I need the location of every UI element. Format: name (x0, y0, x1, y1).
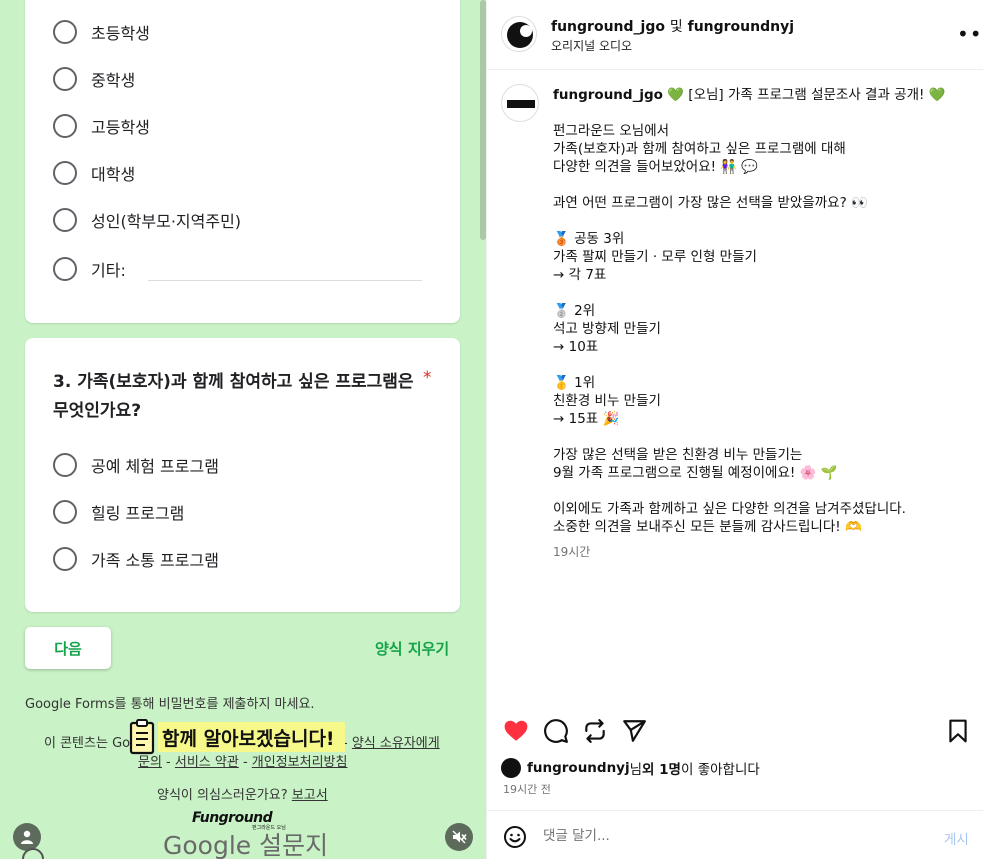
option-label: 대학생 (91, 165, 136, 184)
report-link[interactable]: 보고서 (292, 788, 328, 803)
radio-button[interactable] (53, 67, 77, 91)
radio-button[interactable] (53, 161, 77, 185)
likes-suffix: 이 좋아합니다 (680, 762, 760, 778)
radio-button[interactable] (53, 547, 77, 571)
radio-button[interactable] (53, 208, 77, 232)
bookmark-icon (949, 719, 967, 743)
heart-filled-icon (504, 720, 528, 741)
emoji-icon[interactable] (503, 825, 527, 849)
repost-icon (585, 719, 605, 743)
google-forms-logo: Google 설문지 (163, 831, 329, 859)
caption-title: 💚 [오님] 가족 프로그램 설문조사 결과 공개! 💚 (662, 87, 946, 103)
next-button[interactable]: 다음 (25, 627, 111, 669)
inquiry-link[interactable]: 문의 (138, 755, 162, 770)
suspicious-text: 양식이 의심스러운가요? (157, 788, 288, 803)
username-link[interactable]: funground_jgo (551, 19, 665, 35)
radio-button[interactable] (53, 500, 77, 524)
clipboard-icon (128, 718, 158, 756)
content-disclaimer: 이 콘텐츠는 Go (44, 736, 131, 751)
likes-mid: 님 (629, 762, 643, 778)
option-healing[interactable]: 힐링 프로그램 (53, 500, 184, 524)
option-label: 중학생 (91, 71, 136, 90)
radio-button[interactable] (53, 20, 77, 44)
question-card-2: 초등학생 중학생 고등학생 대학생 성인(학부모·지역주민) 기타: (25, 0, 460, 323)
option-middle[interactable]: 중학생 (53, 67, 135, 91)
likes-others[interactable]: 외 1명 (642, 758, 681, 778)
video-caption-overlay: 함께 알아보겠습니다! (128, 718, 345, 756)
speaker-muted-icon (452, 830, 467, 844)
more-options-icon[interactable]: ••• (957, 22, 983, 46)
option-label: 초등학생 (91, 24, 150, 43)
post-comment-button[interactable]: 게시 (944, 828, 969, 848)
post-timestamp[interactable]: 19시간 (553, 543, 590, 560)
reel-video[interactable]: 초등학생 중학생 고등학생 대학생 성인(학부모·지역주민) 기타: 3. 가족… (0, 0, 486, 859)
and-text: 및 (669, 19, 683, 35)
help-icon[interactable] (22, 848, 44, 859)
suspicious-form: 양식이 의심스러운가요? 보고서 (157, 784, 328, 803)
save-button[interactable] (945, 718, 971, 744)
caption-text: 함께 알아보겠습니다! (158, 722, 345, 752)
option-label: 성인(학부모·지역주민) (91, 212, 242, 231)
username-link[interactable]: fungroundnyj (688, 19, 794, 35)
other-text-field[interactable] (147, 279, 422, 281)
radio-button[interactable] (53, 114, 77, 138)
liker-username[interactable]: fungroundnyj (527, 760, 630, 776)
caption-username[interactable]: funground_jgo (553, 87, 663, 103)
comment-button[interactable] (543, 718, 569, 744)
post-panel: funground_jgo 및 fungroundnyj 오리지널 오디오 ••… (486, 0, 983, 859)
person-icon (21, 830, 33, 844)
clear-form-button[interactable]: 양식 지우기 (375, 638, 449, 659)
required-marker: * (423, 368, 432, 388)
repost-button[interactable] (582, 718, 608, 744)
post-header: funground_jgo 및 fungroundnyj 오리지널 오디오 ••… (487, 0, 983, 70)
comment-input[interactable] (543, 825, 923, 847)
contact-owner-prefix: - 양식 소유자에게 (343, 736, 440, 751)
option-high[interactable]: 고등학생 (53, 114, 150, 138)
option-label: 가족 소통 프로그램 (91, 551, 219, 570)
post-caption: funground_jgo 💚 [오님] 가족 프로그램 설문조사 결과 공개!… (553, 86, 963, 536)
option-communication[interactable]: 가족 소통 프로그램 (53, 547, 219, 571)
option-elementary[interactable]: 초등학생 (53, 20, 150, 44)
user-tags-button[interactable] (13, 823, 41, 851)
option-adult[interactable]: 성인(학부모·지역주민) (53, 208, 241, 232)
comment-bar: 게시 (487, 810, 983, 859)
question-title: 3. 가족(보호자)과 함께 참여하고 싶은 프로그램은 무엇인가요? (53, 372, 414, 421)
post-date: 19시간 전 (503, 783, 551, 796)
collab-usernames[interactable]: funground_jgo 및 fungroundnyj (551, 16, 794, 36)
send-icon (623, 720, 646, 742)
comment-icon (544, 719, 568, 743)
option-other[interactable]: 기타: (53, 257, 422, 281)
avatar[interactable] (501, 16, 537, 52)
option-crafts[interactable]: 공예 체험 프로그램 (53, 453, 219, 477)
share-button[interactable] (621, 718, 647, 744)
likes-summary: fungroundnyj 님 외 1명 이 좋아합니다 (501, 758, 760, 778)
mute-button[interactable] (445, 823, 473, 851)
radio-button[interactable] (53, 257, 77, 281)
option-label: 기타: (91, 261, 126, 280)
option-label: 힐링 프로그램 (91, 504, 185, 523)
terms-link[interactable]: 서비스 약관 (175, 755, 239, 770)
privacy-link[interactable]: 개인정보처리방침 (252, 755, 348, 770)
action-bar (487, 710, 983, 750)
audio-link[interactable]: 오리지널 오디오 (551, 37, 632, 54)
option-university[interactable]: 대학생 (53, 161, 135, 185)
question-card-3: 3. 가족(보호자)과 함께 참여하고 싶은 프로그램은 무엇인가요? * 공예… (25, 338, 460, 612)
caption-avatar[interactable] (501, 84, 539, 122)
option-label: 공예 체험 프로그램 (91, 457, 219, 476)
contact-owner-link[interactable]: 양식 소유자에게 (352, 736, 440, 751)
option-label: 고등학생 (91, 118, 150, 137)
caption-body: 펀그라운드 오님에서 가족(보호자)과 함께 참여하고 싶은 프로그램에 대해 … (553, 123, 906, 535)
like-button[interactable] (503, 718, 529, 744)
liker-avatar[interactable] (501, 758, 521, 778)
password-warning: Google Forms를 통해 비밀번호를 제출하지 마세요. (25, 697, 315, 712)
radio-button[interactable] (53, 453, 77, 477)
